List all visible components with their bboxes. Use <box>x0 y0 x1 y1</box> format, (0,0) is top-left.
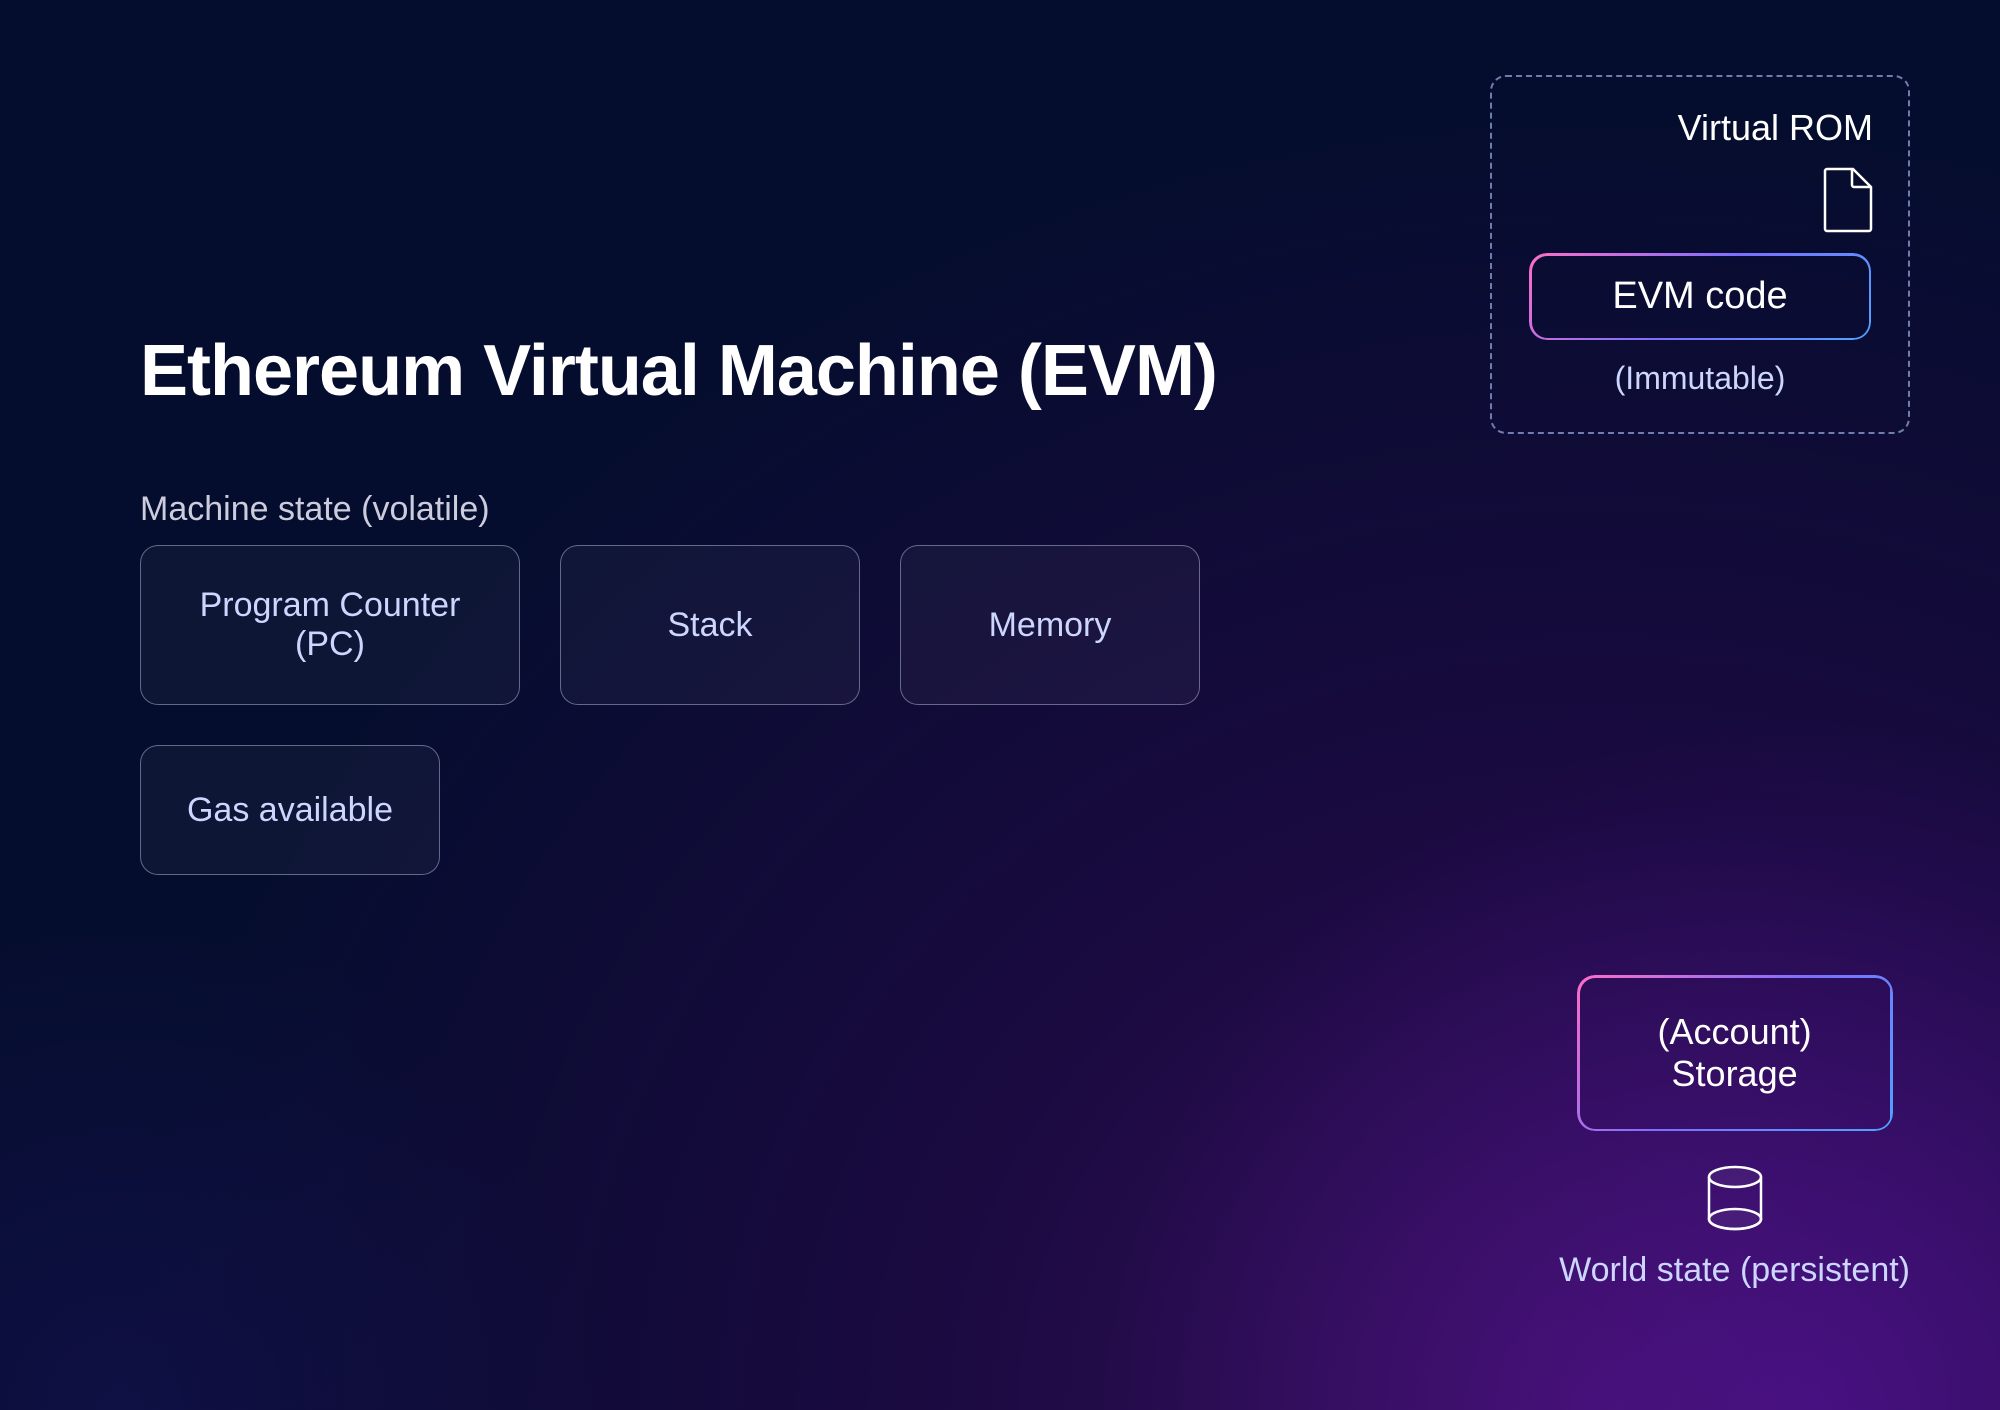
evm-code-box: EVM code <box>1527 251 1873 342</box>
cylinder-icon <box>1705 1163 1765 1233</box>
program-counter-label: Program Counter(PC) <box>200 586 461 664</box>
gas-available-label: Gas available <box>187 791 393 830</box>
page-title: Ethereum Virtual Machine (EVM) <box>140 330 1217 412</box>
immutable-label: (Immutable) <box>1527 360 1873 397</box>
evm-code-label: EVM code <box>1612 275 1787 317</box>
account-storage-box: (Account)Storage <box>1575 973 1895 1133</box>
gas-available-box: Gas available <box>140 745 440 875</box>
virtual-rom-label: Virtual ROM <box>1527 107 1873 149</box>
memory-box: Memory <box>900 545 1200 705</box>
virtual-rom-dashed-border: Virtual ROM EVM code (Immutable) <box>1490 75 1910 434</box>
document-icon <box>1819 167 1873 233</box>
machine-state-boxes: Program Counter(PC) Stack Memory <box>140 545 1200 705</box>
virtual-rom-section: Virtual ROM EVM code (Immutable) <box>1490 75 1910 434</box>
bg-glow-blue <box>0 910 600 1410</box>
account-storage-label: (Account)Storage <box>1658 1011 1812 1095</box>
program-counter-box: Program Counter(PC) <box>140 545 520 705</box>
virtual-rom-icon-area <box>1527 167 1873 233</box>
page-container: Ethereum Virtual Machine (EVM) Machine s… <box>0 0 2000 1410</box>
account-storage-section: (Account)Storage World state (persistent… <box>1559 973 1910 1290</box>
stack-box: Stack <box>560 545 860 705</box>
machine-state-label: Machine state (volatile) <box>140 490 490 529</box>
stack-label: Stack <box>667 606 752 645</box>
memory-label: Memory <box>989 606 1112 645</box>
world-state-label: World state (persistent) <box>1559 1251 1910 1290</box>
world-state-section: World state (persistent) <box>1559 1163 1910 1290</box>
